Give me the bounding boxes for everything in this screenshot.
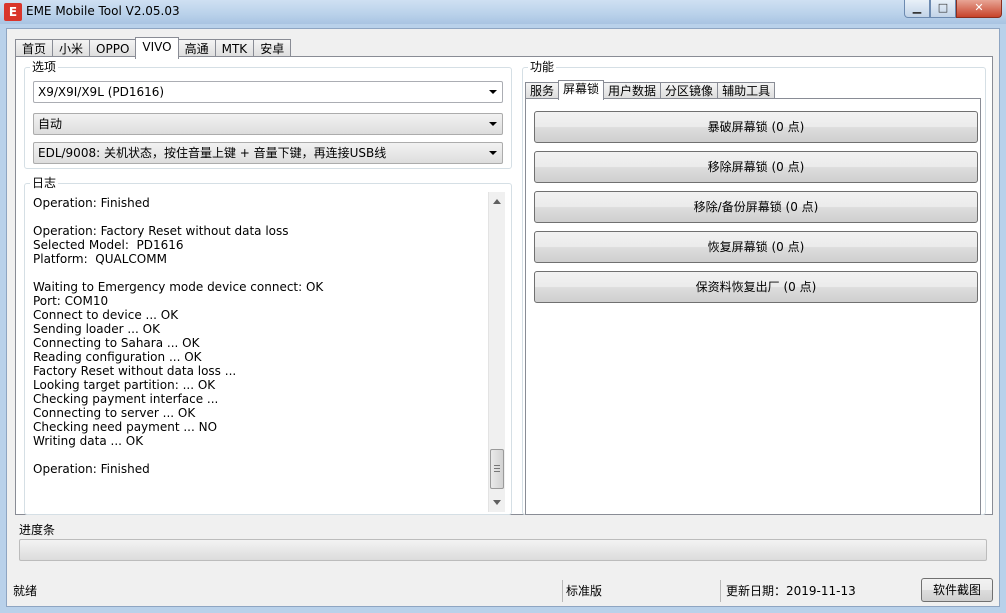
status-divider [562,580,563,602]
functions-title: 功能 [528,60,557,74]
window-body: 首页 小米 OPPO VIVO 高通 MTK 安卓 选项 X9/X9I/X9L … [6,28,1000,607]
remove-backup-lock-button[interactable]: 移除/备份屏幕锁 (0 点) [534,191,978,223]
mode-select-value: 自动 [38,117,63,131]
chevron-down-icon [489,90,497,94]
log-line: Selected Model: PD1616 [33,238,184,252]
log-line: Looking target partition: ... OK [33,378,216,392]
status-edition: 标准版 [566,584,603,598]
vivo-tab-panel: 选项 X9/X9I/X9L (PD1616) 自动 EDL/9008: 关机状态… [15,56,993,515]
log-line: Waiting to Emergency mode device connect… [33,280,324,294]
main-tabs: 首页 小米 OPPO VIVO 高通 MTK 安卓 [15,37,292,59]
model-select[interactable]: X9/X9I/X9L (PD1616) [33,81,503,103]
log-line: Operation: Finished [33,196,150,210]
functions-group: 功能 服务 屏幕锁 用户数据 分区镜像 辅助工具 暴破屏幕锁 (0 点) 移除屏… [522,60,986,515]
function-tabs: 服务 屏幕锁 用户数据 分区镜像 辅助工具 [525,80,776,100]
log-line: Operation: Finished [33,462,150,476]
scroll-down-icon[interactable] [493,500,501,505]
mode-select[interactable]: 自动 [33,113,503,135]
log-line: Connecting to server ... OK [33,406,196,420]
close-button[interactable]: ✕ [956,0,1002,18]
screenshot-button[interactable]: 软件截图 [921,578,993,602]
log-line: Factory Reset without data loss ... [33,364,237,378]
factory-reset-keep-data-button[interactable]: 保资料恢复出厂 (0 点) [534,271,978,303]
restore-lock-button[interactable]: 恢复屏幕锁 (0 点) [534,231,978,263]
brute-force-lock-button[interactable]: 暴破屏幕锁 (0 点) [534,111,978,143]
app-logo-icon: E [4,3,22,21]
options-group: 选项 X9/X9I/X9L (PD1616) 自动 EDL/9008: 关机状态… [24,60,512,169]
connection-select-value: EDL/9008: 关机状态，按住音量上键 + 音量下键，再连接USB线 [38,146,387,160]
log-group: 日志 Operation: Finished Operation: Factory… [24,176,512,515]
log-textarea[interactable]: Operation: Finished Operation: Factory Re… [29,194,504,510]
tab-user-data[interactable]: 用户数据 [603,82,662,99]
log-line: Platform: QUALCOMM [33,252,167,266]
log-line: Checking payment interface ... [33,392,219,406]
options-title: 选项 [30,60,59,74]
chevron-down-icon [489,151,497,155]
scroll-up-icon[interactable] [493,199,501,204]
status-update-date: 更新日期：2019-11-13 [726,584,856,598]
window-title: EME Mobile Tool V2.05.03 [26,4,180,18]
screen-lock-panel: 暴破屏幕锁 (0 点) 移除屏幕锁 (0 点) 移除/备份屏幕锁 (0 点) 恢… [525,98,981,515]
status-state: 就绪 [13,584,38,598]
progress-bar [19,539,987,561]
log-line: Sending loader ... OK [33,322,160,336]
model-select-value: X9/X9I/X9L (PD1616) [38,85,165,99]
tab-screen-lock[interactable]: 屏幕锁 [558,80,605,100]
connection-select[interactable]: EDL/9008: 关机状态，按住音量上键 + 音量下键，再连接USB线 [33,142,503,164]
tab-service[interactable]: 服务 [525,82,560,99]
log-line: Connect to device ... OK [33,308,179,322]
chevron-down-icon [489,122,497,126]
tab-partition-image[interactable]: 分区镜像 [660,82,719,99]
status-divider [720,580,721,602]
log-line: Operation: Factory Reset without data lo… [33,224,289,238]
title-bar[interactable]: E EME Mobile Tool V2.05.03 ▁ □ ✕ [0,0,1006,24]
tab-vivo[interactable]: VIVO [135,37,179,59]
minimize-button[interactable]: ▁ [904,0,930,18]
log-line: Checking need payment ... NO [33,420,218,434]
scroll-thumb[interactable] [490,449,504,489]
log-line: Connecting to Sahara ... OK [33,336,200,350]
remove-lock-button[interactable]: 移除屏幕锁 (0 点) [534,151,978,183]
log-title: 日志 [30,176,59,190]
log-line: Reading configuration ... OK [33,350,202,364]
tab-aux-tools[interactable]: 辅助工具 [717,82,776,99]
maximize-button[interactable]: □ [930,0,956,18]
progress-title: 进度条 [19,523,56,537]
log-scrollbar[interactable] [488,192,505,512]
log-line: Writing data ... OK [33,434,144,448]
log-line: Port: COM10 [33,294,109,308]
